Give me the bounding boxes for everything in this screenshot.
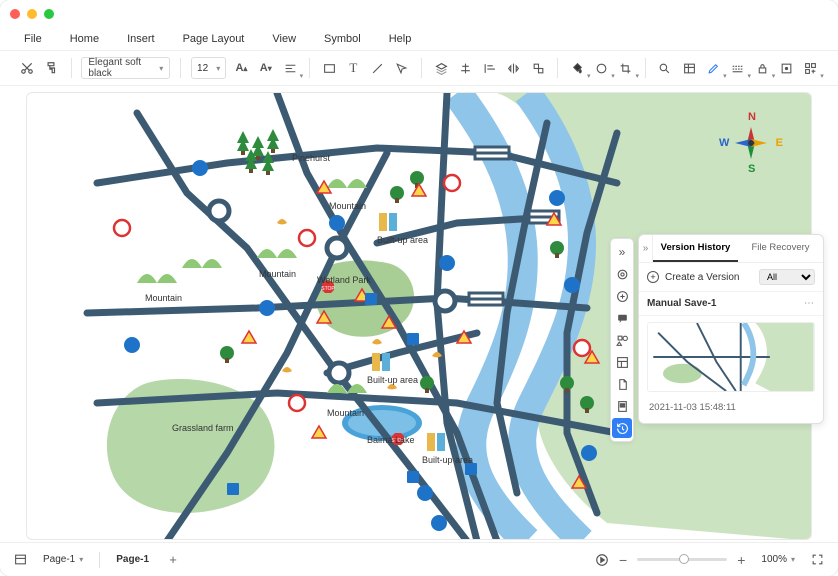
comment-tool-button[interactable]: [612, 308, 632, 328]
rectangle-tool-button[interactable]: [320, 57, 338, 79]
decrease-font-button[interactable]: A▾: [257, 57, 275, 79]
font-selector[interactable]: Elegant soft black▾: [81, 57, 170, 79]
format-painter-button[interactable]: [42, 57, 60, 79]
target-tool-button[interactable]: [612, 264, 632, 284]
attachment-button[interactable]: [612, 396, 632, 416]
close-window-button[interactable]: [10, 9, 20, 19]
tab-file-recovery[interactable]: File Recovery: [738, 235, 823, 262]
statusbar: Page-1▾ Page-1 + − + 100%▾: [0, 542, 838, 576]
fill-color-button[interactable]: ▾: [568, 57, 586, 79]
font-size-selector[interactable]: 12▾: [191, 57, 226, 79]
version-timestamp: 2021-11-03 15:48:11: [639, 398, 823, 423]
plus-icon: +: [647, 271, 659, 283]
label-builtup-a: Built-up area: [377, 235, 428, 245]
label-mountain-d: Mountain: [327, 408, 364, 418]
pen-button[interactable]: ▾: [704, 57, 722, 79]
svg-text:STOP: STOP: [321, 286, 335, 292]
menu-help[interactable]: Help: [389, 33, 412, 45]
style-tool-button[interactable]: [612, 286, 632, 306]
font-name: Elegant soft black: [88, 57, 159, 79]
page-selector[interactable]: Page-1▾: [37, 552, 89, 567]
menu-file[interactable]: File: [24, 33, 42, 45]
panel-collapse-button[interactable]: »: [639, 235, 653, 262]
more-tools-button[interactable]: ▾: [802, 57, 820, 79]
version-filter-select[interactable]: All: [759, 269, 815, 285]
version-history-panel: » Version History File Recovery + Create…: [638, 234, 824, 424]
cut-button[interactable]: [18, 57, 36, 79]
compass-s: S: [748, 163, 755, 175]
pointer-tool-button[interactable]: [393, 57, 411, 79]
menu-insert[interactable]: Insert: [127, 33, 155, 45]
toolbar: Elegant soft black▾ 12▾ A▴ A▾ ▾ T ▾ ▾ ▾ …: [0, 50, 838, 86]
history-tool-button[interactable]: [612, 418, 632, 438]
flip-h-button[interactable]: [505, 57, 523, 79]
tab-version-history[interactable]: Version History: [653, 235, 738, 262]
window-titlebar: [0, 0, 838, 28]
label-mountain-c: Mountain: [145, 293, 182, 303]
label-pinehurst: Pinehurst: [292, 153, 330, 163]
same-size-button[interactable]: [529, 57, 547, 79]
crop-button[interactable]: ▾: [617, 57, 635, 79]
table-button[interactable]: [680, 57, 698, 79]
label-mountain-b: Mountain: [259, 269, 296, 279]
label-wetland: Wetland Park: [317, 275, 371, 285]
version-thumbnail[interactable]: [647, 322, 815, 392]
align-left-button[interactable]: [481, 57, 499, 79]
label-builtup-c: Built-up area: [422, 455, 473, 465]
align-text-button[interactable]: ▾: [281, 57, 299, 79]
add-page-button[interactable]: +: [165, 552, 181, 568]
focus-button[interactable]: [777, 57, 795, 79]
menubar: File Home Insert Page Layout View Symbol…: [0, 28, 838, 50]
shape-style-button[interactable]: ▾: [592, 57, 610, 79]
compass-n: N: [748, 111, 756, 123]
layout-tool-button[interactable]: [612, 352, 632, 372]
increase-font-button[interactable]: A▴: [232, 57, 250, 79]
search-button[interactable]: [656, 57, 674, 79]
presentation-button[interactable]: [595, 553, 609, 567]
zoom-level[interactable]: 100%▾: [755, 552, 801, 567]
align-center-h-button[interactable]: [456, 57, 474, 79]
zoom-in-button[interactable]: +: [737, 552, 745, 568]
version-name: Manual Save-1: [647, 298, 716, 309]
menu-view[interactable]: View: [272, 33, 296, 45]
minimize-window-button[interactable]: [27, 9, 37, 19]
create-version-button[interactable]: Create a Version: [665, 272, 753, 283]
page-tab-1[interactable]: Page-1: [110, 552, 155, 567]
page-outline-icon[interactable]: [14, 553, 27, 566]
page-tool-button[interactable]: [612, 374, 632, 394]
collapse-right-button[interactable]: »: [612, 242, 632, 262]
line-tool-button[interactable]: [369, 57, 387, 79]
compass: N S E W: [721, 113, 781, 173]
zoom-slider[interactable]: [637, 558, 727, 561]
text-tool-button[interactable]: T: [344, 57, 362, 79]
label-builtup-b: Built-up area: [367, 375, 418, 385]
right-toolbar: »: [610, 238, 634, 442]
label-grassland: Grassland farm: [172, 423, 234, 433]
label-mountain-a: Mountain: [329, 201, 366, 211]
menu-home[interactable]: Home: [70, 33, 99, 45]
compass-w: W: [719, 137, 729, 149]
menu-page-layout[interactable]: Page Layout: [183, 33, 245, 45]
maximize-window-button[interactable]: [44, 9, 54, 19]
version-menu-button[interactable]: ⋯: [804, 298, 815, 309]
label-baima: Baima Lake: [367, 435, 415, 445]
menu-symbol[interactable]: Symbol: [324, 33, 361, 45]
layers-button[interactable]: [432, 57, 450, 79]
zoom-out-button[interactable]: −: [619, 552, 627, 568]
font-size: 12: [197, 63, 208, 74]
line-style-button[interactable]: ▾: [729, 57, 747, 79]
shapes-lib-button[interactable]: [612, 330, 632, 350]
compass-e: E: [776, 137, 783, 149]
fullscreen-button[interactable]: [811, 553, 824, 566]
lock-button[interactable]: ▾: [753, 57, 771, 79]
